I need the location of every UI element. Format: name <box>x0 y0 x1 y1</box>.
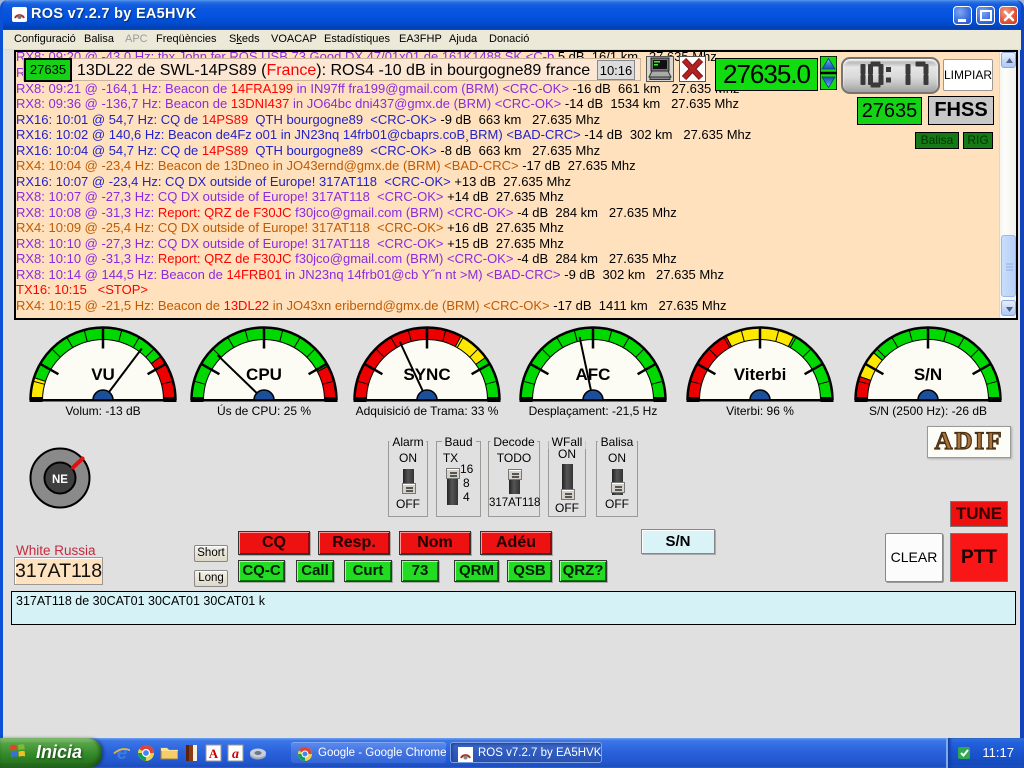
svg-text:e: e <box>117 743 128 761</box>
svg-text:S/N: S/N <box>914 365 942 384</box>
svg-text:VU: VU <box>91 365 115 384</box>
svg-text:CPU: CPU <box>246 365 282 384</box>
svg-text:AFC: AFC <box>576 365 611 384</box>
svg-text:a: a <box>232 747 239 762</box>
svg-text:NE: NE <box>52 474 68 486</box>
svg-text:SYNC: SYNC <box>403 365 450 384</box>
svg-text:A: A <box>209 746 219 761</box>
svg-text:Viterbi: Viterbi <box>734 365 787 384</box>
